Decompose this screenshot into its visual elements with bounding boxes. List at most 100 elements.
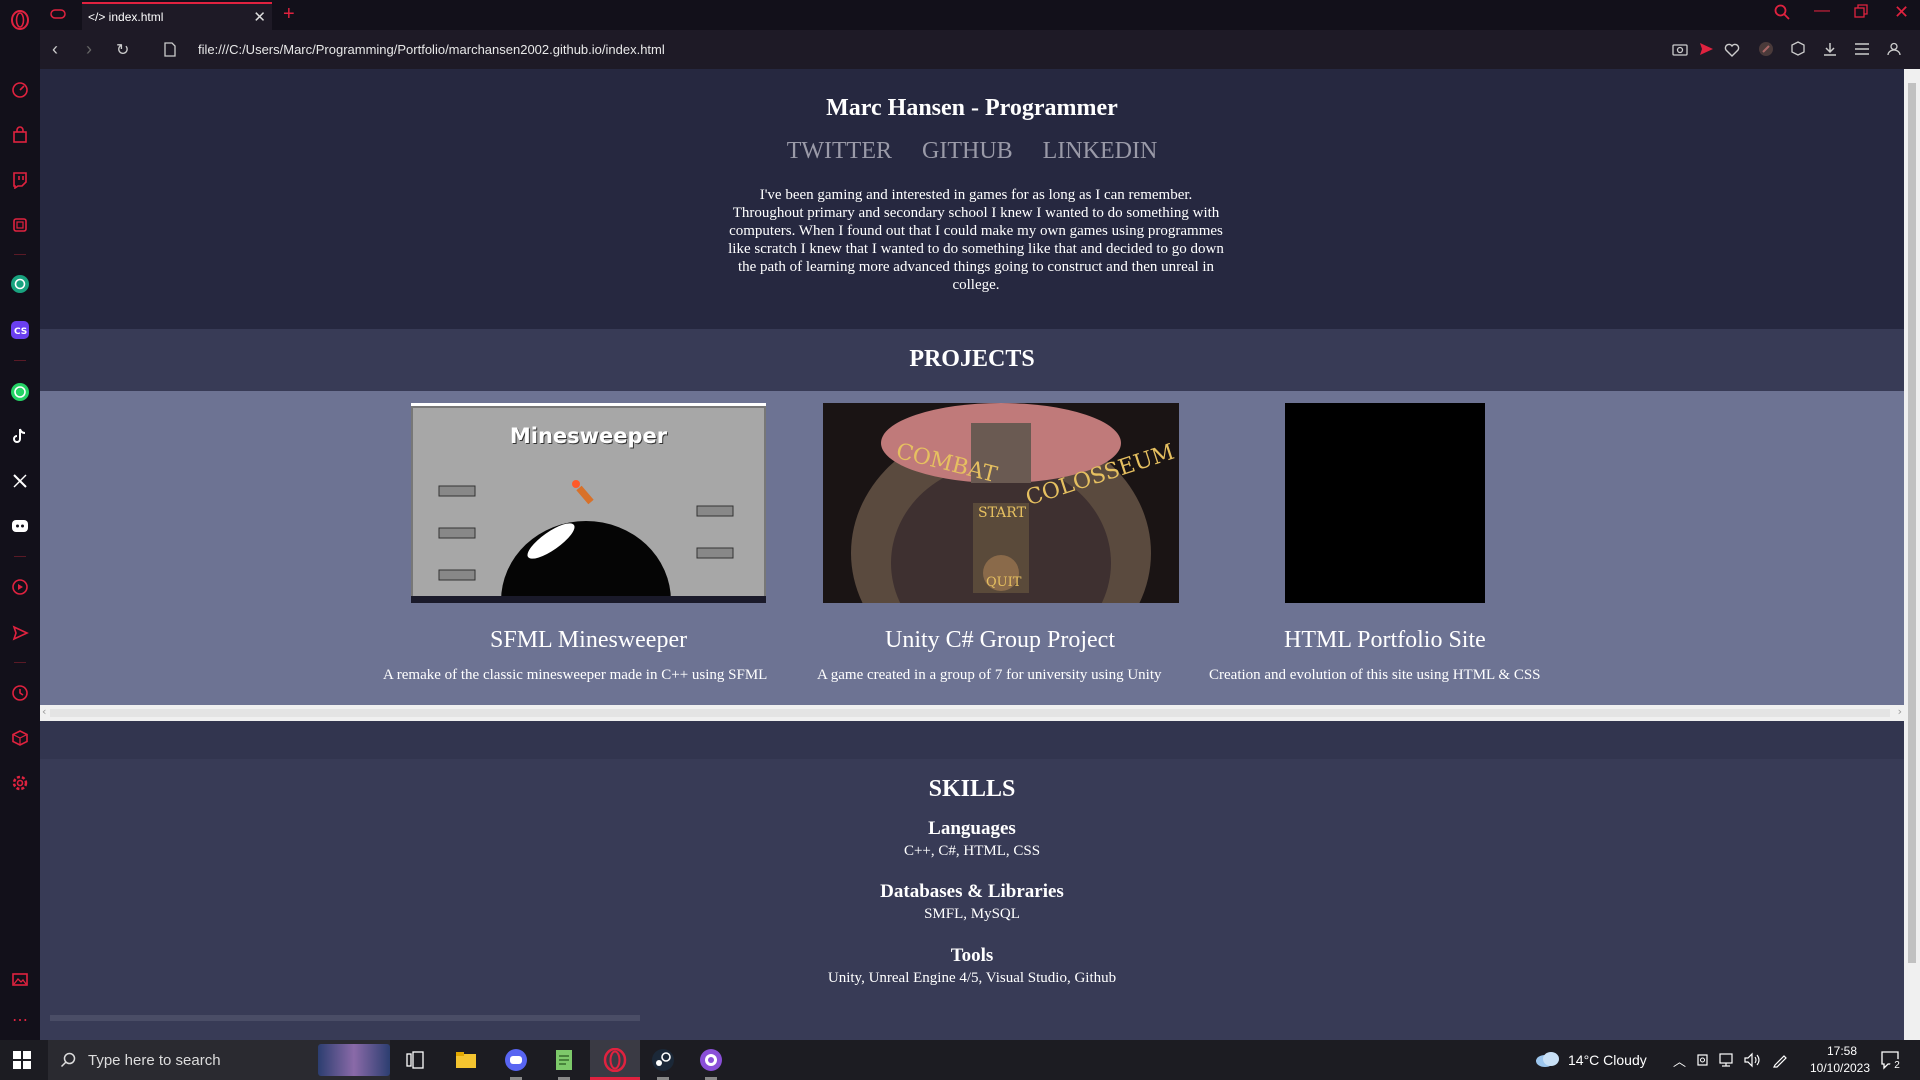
project-title[interactable]: SFML Minesweeper (490, 627, 687, 654)
pen-icon[interactable] (1772, 1052, 1788, 1073)
weather-text[interactable]: 14°C Cloudy (1568, 1052, 1647, 1068)
discord-icon[interactable] (8, 514, 32, 538)
discord-taskbar-icon[interactable] (504, 1048, 528, 1072)
github-link[interactable]: GITHUB (922, 138, 1013, 165)
scroll-right-icon[interactable]: › (1898, 705, 1902, 718)
clock-date[interactable]: 10/10/2023 (1802, 1061, 1878, 1075)
player-icon[interactable] (8, 575, 32, 599)
extension-avatar-icon[interactable] (1758, 41, 1774, 57)
projects-heading: PROJECTS (40, 329, 1904, 391)
windows-taskbar: Type here to search 14°C Cloudy ︿ 17:58 … (0, 1040, 1920, 1080)
send-flow-icon[interactable] (1698, 41, 1714, 57)
web-page: Marc Hansen - Programmer TWITTER GITHUB … (40, 69, 1904, 1040)
scroll-left-icon[interactable]: ‹ (42, 705, 46, 718)
opera-gx-taskbar-button[interactable] (590, 1040, 640, 1080)
linkedin-link[interactable]: LINKEDIN (1043, 138, 1158, 165)
bottom-strip (50, 1015, 640, 1021)
project-title[interactable]: Unity C# Group Project (885, 627, 1115, 654)
notepad-icon[interactable] (552, 1048, 576, 1072)
quit-text: QUIT (986, 575, 1022, 590)
skill-group-items: SMFL, MySQL (924, 906, 1020, 922)
file-explorer-icon[interactable] (454, 1048, 478, 1072)
bio-text: I've been gaming and interested in games… (728, 187, 1224, 293)
skill-group-items: C++, C#, HTML, CSS (903, 843, 1041, 859)
window-close-icon[interactable]: ✕ (1894, 2, 1909, 23)
twitch-icon[interactable] (8, 168, 32, 192)
minimize-icon[interactable]: — (1814, 2, 1830, 20)
colosseum-illustration (823, 403, 1179, 603)
forward-icon[interactable]: › (86, 39, 92, 60)
extensions-icon[interactable] (1790, 41, 1806, 57)
github-desktop-icon[interactable] (699, 1048, 723, 1072)
page-title: Marc Hansen - Programmer (826, 95, 1118, 121)
weather-cloud-icon[interactable] (1535, 1050, 1561, 1073)
task-view-icon[interactable] (404, 1048, 428, 1072)
new-tab-icon[interactable]: + (283, 3, 295, 26)
search-icon (60, 1052, 76, 1073)
tray-chevron-up-icon[interactable]: ︿ (1673, 1051, 1686, 1070)
project-title[interactable]: HTML Portfolio Site (1284, 627, 1486, 654)
profile-icon[interactable] (1886, 41, 1902, 57)
twitter-link[interactable]: TWITTER (787, 138, 892, 165)
tab-close-icon[interactable]: ✕ (253, 8, 266, 26)
scrollbar-thumb[interactable] (50, 709, 1890, 717)
browser-window: CS ⋯ </> index.html ✕ + — ✕ ‹ › ↻ file:/… (0, 0, 1920, 1080)
tab-index-html[interactable]: </> index.html ✕ (82, 2, 272, 30)
projects-horizontal-scrollbar[interactable]: ‹ › (40, 705, 1904, 721)
restore-icon[interactable] (1854, 4, 1868, 23)
opera-logo-icon[interactable] (8, 8, 32, 32)
skill-group-heading: Tools (950, 945, 994, 966)
scrollbar-thumb[interactable] (1908, 83, 1916, 963)
start-text: START (978, 505, 1026, 521)
svg-text:CS: CS (14, 327, 27, 337)
projects-carousel: Minesweeper SFML Minesweeper A remake of… (40, 391, 1904, 705)
more-dots-icon[interactable]: ⋯ (8, 1008, 32, 1032)
windows-start-icon[interactable] (13, 1051, 31, 1074)
section-divider (40, 721, 1904, 759)
combat-colosseum-thumbnail[interactable]: COMBAT COLOSSEUM START QUIT (823, 403, 1179, 603)
whatsapp-icon[interactable] (8, 380, 32, 404)
extensions-cube-icon[interactable] (8, 726, 32, 750)
send-icon[interactable] (8, 621, 32, 645)
social-links: TWITTER GITHUB LINKEDIN (40, 138, 1904, 165)
chatsonic-icon[interactable]: CS (8, 318, 32, 342)
meet-now-icon[interactable] (1697, 1052, 1711, 1073)
bookmark-heart-icon[interactable] (1724, 41, 1740, 57)
gx-corner-icon[interactable] (8, 213, 32, 237)
file-icon (164, 42, 176, 62)
chatgpt-icon[interactable] (8, 272, 32, 296)
portfolio-thumbnail[interactable] (1285, 403, 1485, 603)
browser-sidebar: CS ⋯ (0, 0, 40, 1040)
back-icon[interactable]: ‹ (52, 39, 58, 60)
minesweeper-thumbnail[interactable]: Minesweeper (411, 403, 766, 603)
page-vertical-scrollbar[interactable] (1904, 69, 1920, 1040)
page-header: Marc Hansen - Programmer TWITTER GITHUB … (40, 69, 1904, 329)
skills-heading: SKILLS (928, 776, 1016, 802)
search-tabs-icon[interactable] (1774, 4, 1790, 25)
download-icon[interactable] (1822, 41, 1838, 57)
url-field[interactable]: file:///C:/Users/Marc/Programming/Portfo… (198, 42, 665, 57)
volume-icon[interactable] (1743, 1052, 1761, 1073)
search-highlight-image (318, 1044, 390, 1076)
opera-gx-icon (603, 1048, 627, 1072)
skill-group-heading: Languages (928, 818, 1016, 839)
network-icon[interactable] (1719, 1052, 1735, 1073)
wallpaper-icon[interactable] (8, 967, 32, 991)
tab-bar: </> index.html ✕ + — ✕ (40, 0, 1920, 30)
project-description: A remake of the classic minesweeper made… (383, 667, 768, 683)
clock-time[interactable]: 17:58 (1816, 1044, 1868, 1058)
x-twitter-icon[interactable] (8, 469, 32, 493)
gamepad-icon[interactable] (50, 7, 66, 26)
project-description: Creation and evolution of this site usin… (1209, 667, 1541, 683)
skills-section: SKILLS Languages C++, C#, HTML, CSS Data… (40, 759, 1904, 1040)
reload-icon[interactable]: ↻ (116, 40, 129, 60)
speed-dial-icon[interactable] (8, 78, 32, 102)
snapshot-camera-icon[interactable] (1672, 41, 1688, 57)
steam-icon[interactable] (651, 1048, 675, 1072)
skill-group-heading: Databases & Libraries (880, 881, 1064, 902)
settings-gear-icon[interactable] (8, 771, 32, 795)
shopping-bag-icon[interactable] (8, 123, 32, 147)
easy-setup-menu-icon[interactable] (1854, 41, 1870, 57)
tiktok-icon[interactable] (8, 424, 32, 448)
history-icon[interactable] (8, 681, 32, 705)
